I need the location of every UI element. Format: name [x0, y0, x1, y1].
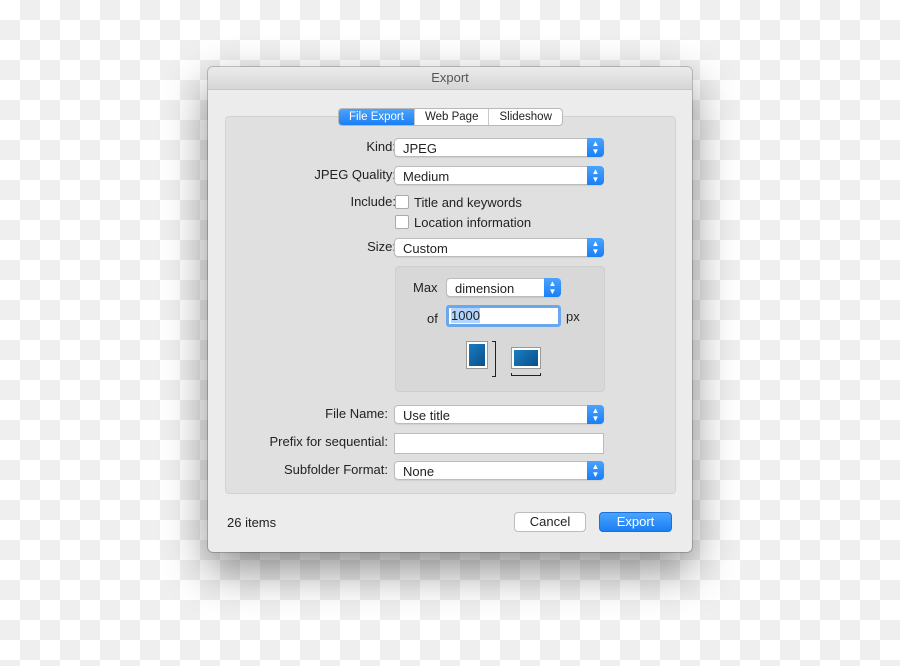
quality-label: JPEG Quality:: [314, 167, 396, 182]
max-label: Max: [413, 280, 438, 295]
width-bracket-icon: [511, 373, 541, 376]
kind-value: JPEG: [403, 141, 437, 156]
tab-slideshow[interactable]: Slideshow: [489, 109, 561, 125]
checkbox-label: Location information: [414, 215, 532, 230]
subfolder-value: None: [403, 464, 435, 479]
file-name-value: Use title: [403, 408, 450, 423]
chevron-updown-icon: ▲ ▼: [587, 238, 604, 257]
cancel-button[interactable]: Cancel: [514, 512, 586, 532]
of-label: of: [427, 311, 438, 326]
prefix-label: Prefix for sequential:: [269, 434, 388, 449]
item-count: 26 items: [227, 515, 277, 530]
tab-bar: File Export Web Page Slideshow: [338, 108, 563, 126]
include-label: Include:: [350, 194, 396, 209]
height-bracket-icon: [492, 341, 496, 377]
px-label: px: [566, 309, 580, 324]
checkbox-label: Title and keywords: [414, 195, 522, 210]
portrait-icon[interactable]: [466, 341, 488, 369]
dimension-input[interactable]: 1000: [446, 305, 561, 327]
export-panel: Kind: JPEG ▲ ▼ JPEG Quality: Medium ▲ ▼ Incl…: [225, 116, 676, 494]
kind-popup[interactable]: JPEG ▲ ▼: [394, 138, 604, 157]
quality-popup[interactable]: Medium ▲ ▼: [394, 166, 604, 185]
subfolder-label: Subfolder Format:: [283, 462, 388, 477]
export-dialog: Export File Export Web Page Slideshow Ki…: [208, 67, 692, 552]
max-popup[interactable]: dimension ▲ ▼: [446, 278, 561, 297]
window-title: Export: [208, 67, 692, 90]
chevron-updown-icon: ▲ ▼: [587, 405, 604, 424]
size-popup[interactable]: Custom ▲ ▼: [394, 238, 604, 257]
title-keywords-checkbox[interactable]: Title and keywords: [395, 195, 522, 211]
subfolder-popup[interactable]: None ▲ ▼: [394, 461, 604, 480]
chevron-updown-icon: ▲ ▼: [587, 166, 604, 185]
kind-label: Kind:: [366, 139, 396, 154]
file-name-label: File Name:: [325, 406, 388, 421]
dimension-value: 1000: [451, 308, 480, 323]
chevron-updown-icon: ▲ ▼: [587, 461, 604, 480]
checkbox-icon: [395, 195, 409, 209]
chevron-updown-icon: ▲ ▼: [544, 278, 561, 297]
location-checkbox[interactable]: Location information: [395, 215, 531, 231]
tab-file-export[interactable]: File Export: [339, 109, 415, 125]
size-value: Custom: [403, 241, 448, 256]
checkbox-icon: [395, 215, 409, 229]
chevron-updown-icon: ▲ ▼: [587, 138, 604, 157]
prefix-input[interactable]: [394, 433, 604, 454]
quality-value: Medium: [403, 169, 450, 184]
tab-web-page[interactable]: Web Page: [415, 109, 490, 125]
export-button[interactable]: Export: [599, 512, 672, 532]
custom-size-panel: Max dimension ▲ ▼ of 1000 px: [395, 266, 605, 392]
max-value: dimension: [455, 281, 515, 296]
landscape-icon[interactable]: [511, 347, 541, 369]
file-name-popup[interactable]: Use title ▲ ▼: [394, 405, 604, 424]
size-label: Size:: [367, 239, 396, 254]
